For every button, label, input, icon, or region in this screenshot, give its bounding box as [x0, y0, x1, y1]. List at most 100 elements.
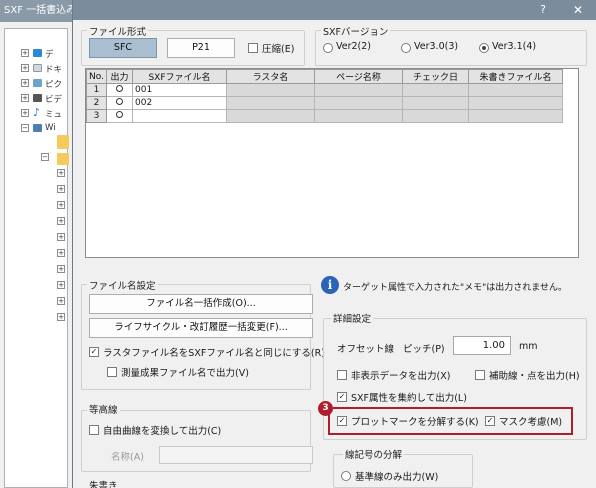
hidden-data-checkbox[interactable] — [337, 370, 347, 380]
expand-icon[interactable]: + — [21, 64, 29, 72]
output-circle-icon — [116, 98, 123, 105]
sxf-name-cell[interactable] — [132, 109, 227, 123]
folder-icon — [57, 135, 69, 149]
close-button[interactable]: ✕ — [567, 2, 589, 18]
tree-item[interactable]: デ — [45, 48, 54, 60]
expand-icon[interactable]: + — [57, 313, 65, 321]
col-header-output[interactable]: 出力 — [106, 69, 133, 84]
expand-icon[interactable]: + — [21, 109, 29, 117]
aggregate-attr-checkbox[interactable]: ✓ — [337, 392, 347, 402]
output-cell[interactable] — [106, 109, 133, 123]
tree-item[interactable]: ピク — [45, 78, 62, 90]
document-icon — [33, 64, 42, 72]
ver31-label: Ver3.1(4) — [492, 41, 537, 52]
p21-button[interactable]: P21 — [167, 38, 235, 58]
highlight-box — [328, 407, 573, 435]
step-badge: 3 — [318, 401, 333, 416]
aux-lines-label: 補助線・点を出力(H) — [489, 371, 580, 382]
survey-output-label: 測量成果ファイル名で出力(V) — [121, 368, 249, 379]
dialog-title-bar: ? ✕ — [73, 0, 596, 20]
collapse-icon[interactable]: − — [21, 124, 29, 132]
raster-cell[interactable] — [226, 109, 315, 123]
ver30-label: Ver3.0(3) — [414, 41, 459, 52]
expand-icon[interactable]: + — [57, 185, 65, 193]
info-message: ターゲット属性で入力された"メモ"は出力されません。 — [343, 283, 568, 293]
sxf-version-title: SXFバージョン — [321, 24, 391, 38]
expand-icon[interactable]: + — [57, 297, 65, 305]
raster-cell[interactable] — [226, 96, 315, 110]
expand-icon[interactable]: + — [57, 201, 65, 209]
expand-icon[interactable]: + — [57, 169, 65, 177]
col-header-sxf-file[interactable]: SXFファイル名 — [132, 69, 227, 84]
page-name-cell[interactable] — [314, 109, 403, 123]
convert-free-curve-checkbox[interactable] — [89, 425, 99, 435]
survey-output-checkbox[interactable] — [107, 367, 117, 377]
folder-icon — [57, 153, 69, 165]
table-row[interactable]: 2 002 — [86, 96, 563, 110]
col-header-red-file[interactable]: 朱書きファイル名 — [468, 69, 563, 84]
details-title: 詳細設定 — [331, 311, 374, 325]
expand-icon[interactable]: + — [57, 281, 65, 289]
col-header-check-date[interactable]: チェック日 — [402, 69, 469, 84]
col-header-raster[interactable]: ラスタ名 — [226, 69, 315, 84]
output-cell[interactable] — [106, 96, 133, 110]
output-cell[interactable] — [106, 83, 133, 97]
check-date-cell[interactable] — [402, 96, 469, 110]
col-header-page-name[interactable]: ページ名称 — [314, 69, 403, 84]
picture-icon — [33, 79, 42, 87]
tree-item[interactable]: ミュ — [45, 108, 62, 120]
pitch-input[interactable]: 1.00 — [453, 336, 511, 355]
row-number: 3 — [86, 109, 107, 123]
table-row[interactable]: 1 001 — [86, 83, 563, 97]
expand-icon[interactable]: + — [57, 265, 65, 273]
raster-cell[interactable] — [226, 83, 315, 97]
expand-icon[interactable]: + — [57, 217, 65, 225]
filename-settings-title: ファイル名設定 — [87, 278, 158, 292]
col-header-no[interactable]: No. — [86, 69, 107, 84]
check-date-cell[interactable] — [402, 83, 469, 97]
ver2-label: Ver2(2) — [336, 41, 372, 52]
page-name-cell[interactable] — [314, 83, 403, 97]
expand-icon[interactable]: + — [57, 233, 65, 241]
base-only-label: 基準線のみ出力(W) — [355, 472, 439, 483]
grid-header-row: No. 出力 SXFファイル名 ラスタ名 ページ名称 チェック日 朱書きファイル… — [86, 69, 563, 84]
tree-item[interactable]: ビデ — [45, 93, 62, 105]
folder-tree[interactable]: + デ + ドキ + ピク + ビデ + ♪ ミュ − Wi − + + + +… — [4, 28, 69, 488]
base-only-radio[interactable] — [341, 471, 351, 481]
help-button[interactable]: ? — [533, 2, 553, 18]
compress-label: 圧縮(E) — [262, 44, 295, 55]
red-file-cell[interactable] — [468, 83, 563, 97]
page-name-cell[interactable] — [314, 96, 403, 110]
red-file-cell[interactable] — [468, 109, 563, 123]
ver30-radio[interactable] — [401, 43, 411, 53]
expand-icon[interactable]: + — [21, 79, 29, 87]
sxf-name-cell[interactable]: 001 — [132, 83, 227, 97]
aux-lines-checkbox[interactable] — [475, 370, 485, 380]
collapse-icon[interactable]: − — [41, 153, 49, 161]
file-format-title: ファイル形式 — [87, 24, 149, 38]
drive-icon — [33, 124, 42, 132]
red-writing-title: 朱書き — [87, 478, 120, 488]
ver2-radio[interactable] — [323, 43, 333, 53]
red-file-cell[interactable] — [468, 96, 563, 110]
tree-item[interactable]: Wi — [45, 123, 56, 133]
same-as-sxf-checkbox[interactable]: ✓ — [89, 347, 99, 357]
bulk-create-button[interactable]: ファイル名一括作成(O)... — [89, 294, 313, 314]
sfc-button[interactable]: SFC — [89, 38, 157, 58]
compress-checkbox[interactable] — [248, 43, 258, 53]
name-input[interactable] — [159, 446, 313, 464]
info-icon: i — [321, 276, 339, 294]
sxf-name-cell[interactable]: 002 — [132, 96, 227, 110]
expand-icon[interactable]: + — [21, 94, 29, 102]
table-row[interactable]: 3 — [86, 109, 563, 123]
bulk-change-button[interactable]: ライフサイクル・改訂履歴一括変更(F)... — [89, 318, 313, 338]
expand-icon[interactable]: + — [21, 49, 29, 57]
expand-icon[interactable]: + — [57, 249, 65, 257]
row-number: 1 — [86, 83, 107, 97]
ver31-radio[interactable] — [479, 43, 489, 53]
output-circle-icon — [116, 85, 123, 92]
tree-item[interactable]: ドキ — [45, 63, 62, 75]
file-table: No. 出力 SXFファイル名 ラスタ名 ページ名称 チェック日 朱書きファイル… — [86, 69, 563, 123]
file-grid[interactable]: No. 出力 SXFファイル名 ラスタ名 ページ名称 チェック日 朱書きファイル… — [85, 68, 579, 258]
check-date-cell[interactable] — [402, 109, 469, 123]
